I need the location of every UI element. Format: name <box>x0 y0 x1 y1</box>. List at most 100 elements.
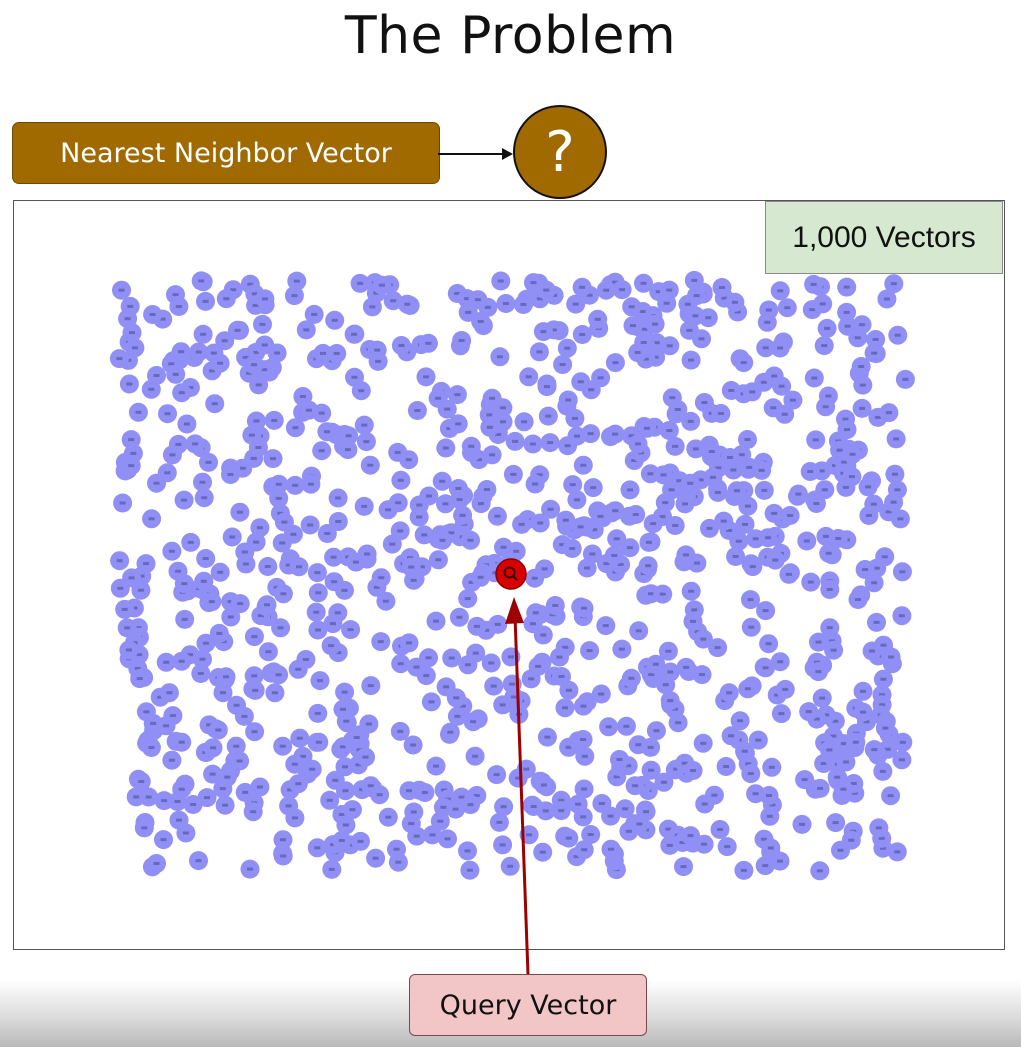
vector-id-mark <box>897 517 904 521</box>
vector-id-mark <box>447 730 454 734</box>
vector-id-mark <box>209 772 216 776</box>
vector-id-mark <box>640 341 647 344</box>
vector-id-mark <box>666 843 673 847</box>
vector-id-mark <box>662 683 669 687</box>
vector-id-mark <box>821 344 828 348</box>
vector-id-mark <box>894 850 901 854</box>
vector-id-mark <box>393 847 400 851</box>
vector-id-mark <box>198 279 205 283</box>
vector-id-mark <box>271 418 278 422</box>
vector-id-mark <box>425 656 432 660</box>
vector-id-mark <box>540 783 547 787</box>
vector-id-mark <box>579 333 586 336</box>
vector-id-mark <box>455 487 462 490</box>
vector-id-mark <box>334 611 341 615</box>
vector-id-mark <box>318 449 325 453</box>
vector-id-mark <box>247 867 253 871</box>
vector-id-mark <box>777 289 784 293</box>
vector-id-mark <box>311 312 318 316</box>
vector-id-mark <box>811 376 818 380</box>
vector-id-mark <box>749 565 756 569</box>
vector-id-mark <box>665 649 672 653</box>
vector-id-mark <box>552 604 559 607</box>
vector-id-mark <box>130 451 137 455</box>
vector-id-mark <box>305 408 312 412</box>
vector-id-mark <box>859 383 866 387</box>
vector-id-mark <box>489 396 496 400</box>
vector-id-mark <box>727 456 733 459</box>
vector-id-mark <box>137 588 144 592</box>
vector-id-mark <box>119 501 126 505</box>
vector-id-mark <box>513 549 520 553</box>
vector-id-mark <box>608 847 614 851</box>
vector-id-mark <box>256 526 263 530</box>
vector-id-mark <box>732 555 739 558</box>
vector-id-mark <box>632 513 639 516</box>
vector-id-mark <box>236 510 243 514</box>
vector-id-mark <box>840 787 847 791</box>
vector-id-mark <box>890 282 897 286</box>
vector-id-mark <box>640 281 647 285</box>
vector-id-mark <box>726 691 733 695</box>
vector-id-mark <box>746 465 753 469</box>
vector-id-mark <box>801 778 808 782</box>
vector-id-mark <box>150 721 157 725</box>
vector-id-mark <box>826 626 833 630</box>
vector-id-mark <box>680 865 687 869</box>
vector-id-mark <box>547 441 554 445</box>
vector-id-mark <box>558 809 565 813</box>
vector-id-mark <box>873 566 880 570</box>
query-vector-label: Query Vector <box>409 974 647 1036</box>
vector-id-mark <box>826 588 833 591</box>
vector-id-mark <box>425 341 432 345</box>
vector-id-mark <box>850 782 857 785</box>
vector-id-mark <box>812 438 819 442</box>
vector-id-mark <box>777 660 784 664</box>
vector-id-mark <box>799 822 805 826</box>
vector-id-mark <box>456 498 463 502</box>
vector-id-mark <box>117 586 124 590</box>
vector-id-mark <box>635 629 642 633</box>
vector-id-mark <box>410 743 417 747</box>
vector-id-mark <box>598 692 605 696</box>
vector-id-mark <box>442 446 449 450</box>
vector-id-mark <box>335 496 342 500</box>
vector-id-mark <box>540 633 547 637</box>
vector-id-mark <box>125 648 132 652</box>
vector-id-mark <box>375 359 382 363</box>
vector-id-mark <box>890 500 897 504</box>
vector-id-mark <box>160 838 167 842</box>
vector-id-mark <box>397 478 404 482</box>
vector-id-mark <box>397 529 404 533</box>
vector-id-mark <box>832 821 839 825</box>
vector-id-mark <box>168 549 175 553</box>
vector-id-mark <box>580 815 587 819</box>
vector-id-mark <box>589 552 596 556</box>
vector-id-mark <box>483 488 490 491</box>
vector-id-mark <box>737 719 744 723</box>
vector-count-badge: 1,000 Vectors <box>765 201 1003 274</box>
vector-id-mark <box>891 472 898 476</box>
vector-id-mark <box>153 481 160 485</box>
vector-id-mark <box>837 848 844 852</box>
vector-id-mark <box>805 710 812 714</box>
vector-id-mark <box>251 363 257 367</box>
vector-id-mark <box>486 425 493 429</box>
vector-id-mark <box>195 859 202 863</box>
vector-id-mark <box>569 483 576 487</box>
vector-id-mark <box>556 655 563 659</box>
vector-id-mark <box>834 775 841 779</box>
vector-id-mark <box>314 846 321 850</box>
vector-id-mark <box>747 598 754 602</box>
vector-id-mark <box>351 332 358 336</box>
vector-id-mark <box>178 350 185 354</box>
vector-id-mark <box>153 862 160 865</box>
vector-id-mark <box>352 560 359 564</box>
vector-id-mark <box>782 687 789 691</box>
vector-id-mark <box>682 553 689 557</box>
vector-id-mark <box>825 394 832 398</box>
vector-id-mark <box>618 647 625 651</box>
vector-id-mark <box>496 355 503 359</box>
vector-id-mark <box>467 803 474 807</box>
vector-id-mark <box>382 599 389 603</box>
